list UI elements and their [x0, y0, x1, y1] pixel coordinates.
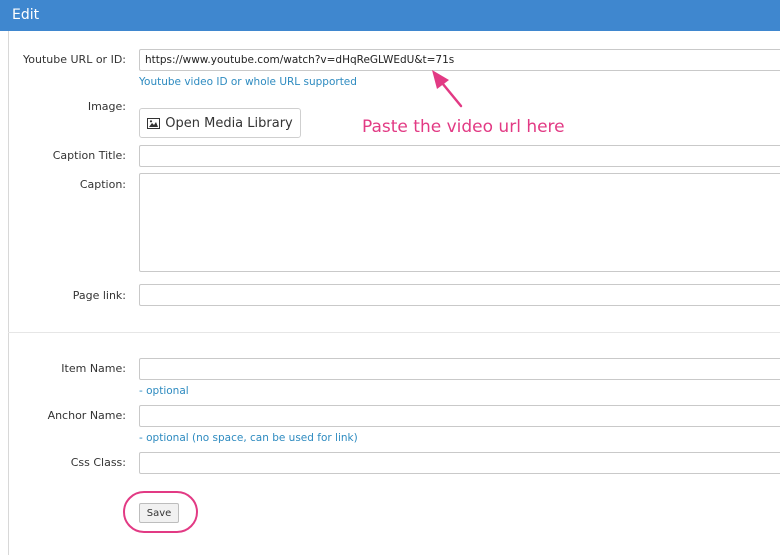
css-class-label: Css Class:	[70, 456, 126, 469]
item-name-input[interactable]	[139, 358, 780, 380]
dialog-title: Edit	[12, 7, 40, 23]
open-media-library-button[interactable]: Open Media Library	[139, 108, 301, 138]
anchor-name-label: Anchor Name:	[47, 409, 126, 422]
caption-textarea[interactable]	[139, 173, 780, 272]
youtube-url-input[interactable]	[139, 49, 780, 71]
caption-title-label: Caption Title:	[52, 149, 126, 162]
image-label: Image:	[87, 100, 126, 113]
open-media-library-label: Open Media Library	[165, 115, 293, 131]
save-button[interactable]: Save	[139, 503, 179, 523]
youtube-url-label: Youtube URL or ID:	[23, 53, 126, 66]
item-name-hint: - optional	[139, 385, 189, 397]
section-divider	[8, 332, 780, 333]
page-link-label: Page link:	[72, 289, 126, 302]
anchor-name-hint: - optional (no space, can be used for li…	[139, 432, 358, 444]
anchor-name-input[interactable]	[139, 405, 780, 427]
youtube-url-hint: Youtube video ID or whole URL supported	[139, 76, 357, 88]
item-name-label: Item Name:	[61, 362, 126, 375]
caption-label: Caption:	[79, 178, 126, 191]
page-link-input[interactable]	[139, 284, 780, 306]
caption-title-input[interactable]	[139, 145, 780, 167]
annotation-text: Paste the video url here	[362, 117, 565, 137]
image-icon	[147, 117, 161, 129]
dialog-titlebar: Edit	[0, 0, 780, 31]
css-class-input[interactable]	[139, 452, 780, 474]
